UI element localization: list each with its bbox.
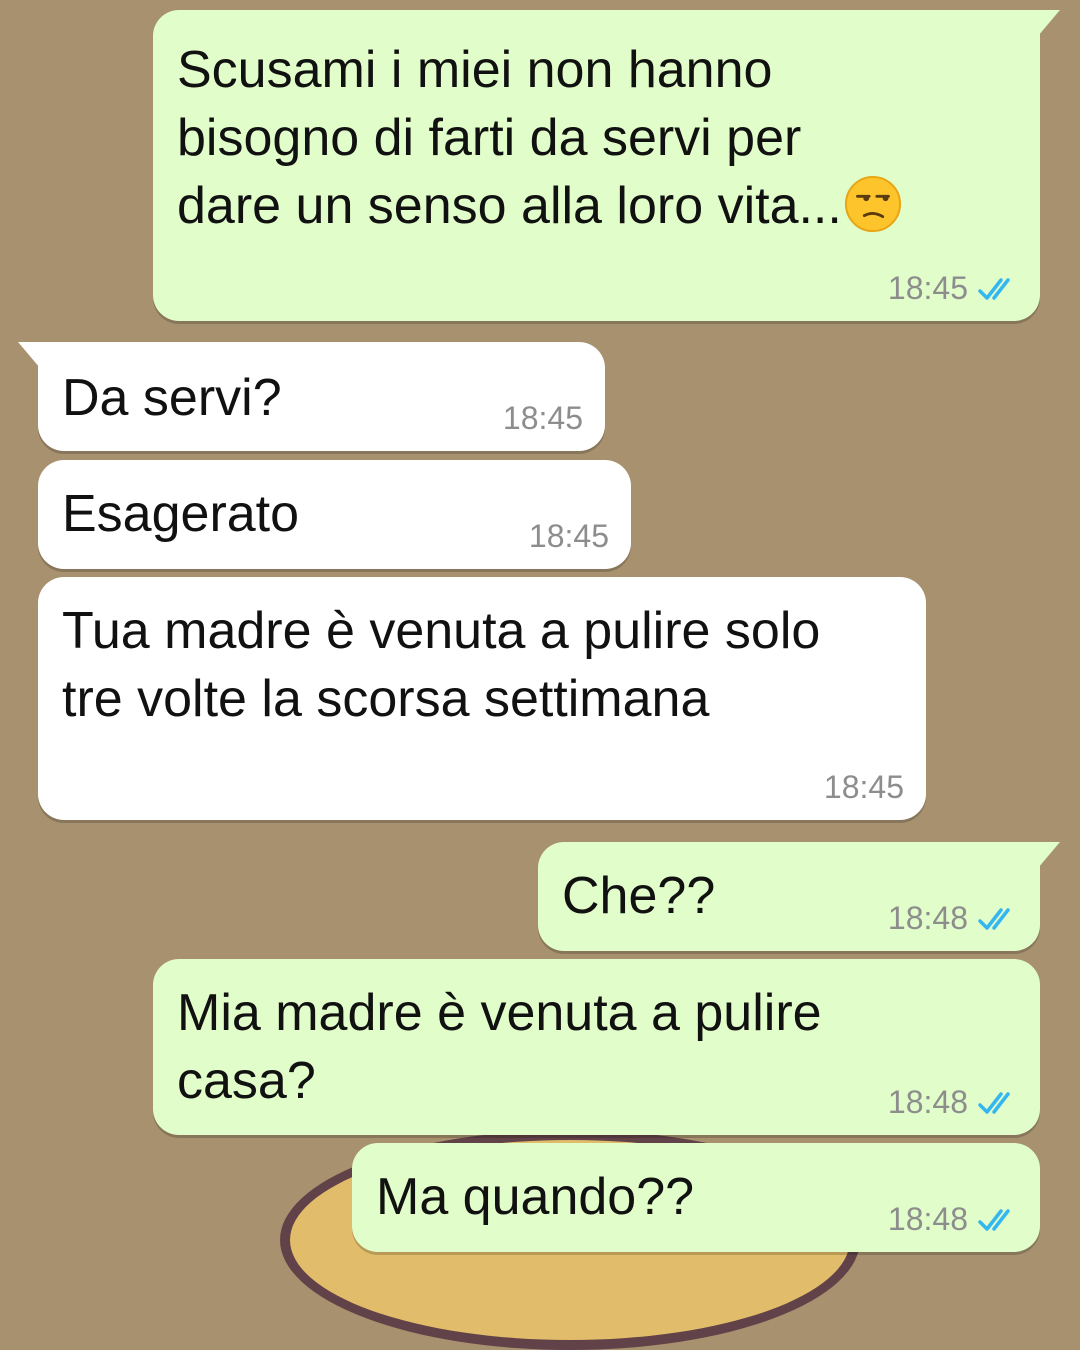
message-meta: 18:45: [888, 270, 1018, 307]
read-receipt-ticks-icon: [978, 1208, 1010, 1231]
bubble-tail: [1038, 842, 1060, 868]
message-meta: 18:48: [888, 900, 1018, 937]
message-time: 18:45: [823, 769, 904, 805]
message-meta: 18:45: [503, 400, 583, 437]
read-receipt-ticks-icon: [978, 277, 1010, 300]
incoming-message[interactable]: Esagerato 18:45: [38, 460, 631, 569]
bubble-tail: [18, 342, 40, 368]
incoming-message[interactable]: Tua madre è venuta a pulire solo tre vol…: [38, 577, 926, 820]
message-text: Che??: [562, 867, 716, 925]
read-receipt-ticks-icon: [978, 907, 1010, 930]
message-time: 18:45: [887, 270, 968, 306]
message-text: Tua madre è venuta a pulire solo tre vol…: [62, 602, 821, 728]
read-receipt-ticks-icon: [978, 1091, 1010, 1114]
message-meta: 18:45: [824, 769, 904, 806]
message-time: 18:48: [887, 1201, 968, 1237]
message-text: Da servi?: [62, 369, 282, 427]
outgoing-message[interactable]: Che?? 18:48: [538, 842, 1060, 951]
message-text: Scusami i miei non hanno bisogno di fart…: [177, 36, 902, 240]
message-time: 18:48: [887, 900, 968, 936]
incoming-message[interactable]: Da servi? 18:45: [18, 342, 605, 451]
message-text: Mia madre è venuta a pulire casa?: [177, 984, 822, 1110]
message-text: Esagerato: [62, 485, 300, 543]
message-meta: 18:48: [888, 1201, 1018, 1238]
outgoing-message[interactable]: Ma quando?? 18:48: [352, 1143, 1040, 1252]
message-meta: 18:45: [529, 518, 609, 555]
message-time: 18:48: [887, 1084, 968, 1120]
bubble-tail: [1038, 10, 1060, 36]
message-text: Ma quando??: [376, 1168, 695, 1226]
message-time: 18:45: [528, 518, 609, 554]
outgoing-message[interactable]: Scusami i miei non hanno bisogno di fart…: [153, 10, 1060, 321]
message-meta: 18:48: [888, 1084, 1018, 1121]
unamused-face-emoji-icon: [844, 175, 901, 233]
outgoing-message[interactable]: Mia madre è venuta a pulire casa? 18:48: [153, 959, 1040, 1135]
message-time: 18:45: [502, 400, 583, 436]
